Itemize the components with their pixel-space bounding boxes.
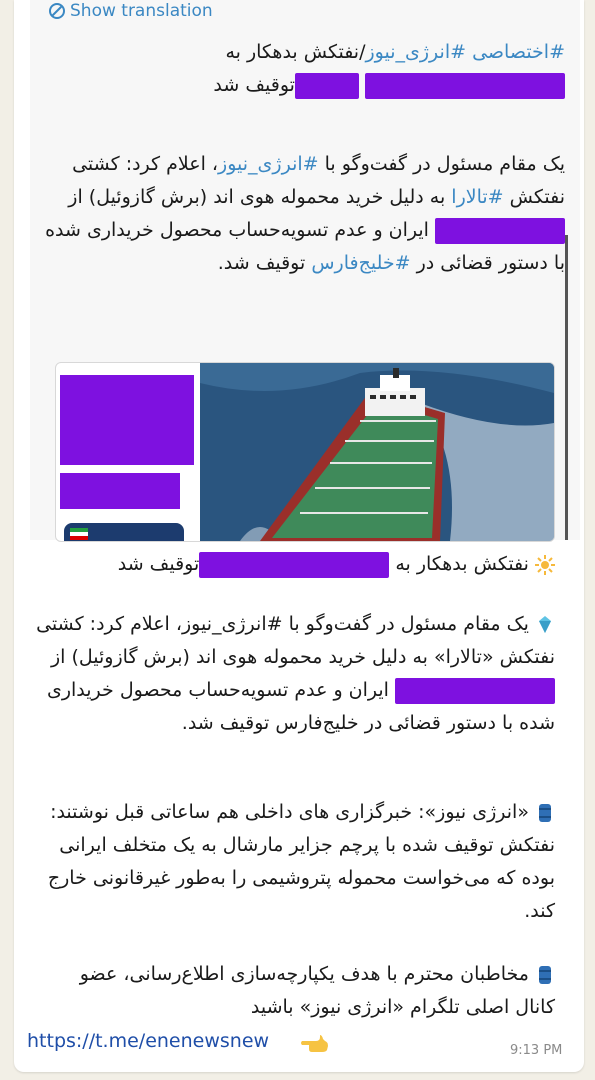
message-timestamp: 9:13 PM <box>510 1043 563 1058</box>
paragraph-text: یک مقام مسئول در گفت‌وگو با #انرژی_نیوز،… <box>36 613 555 668</box>
message-paragraph: مخاطبان محترم با هدف یکپارچه‌سازی اطلاع‌… <box>35 958 555 1024</box>
quoted-body-text: توقیف شد. <box>217 252 306 274</box>
diamond-icon <box>539 615 551 633</box>
quoted-title-end: توقیف شد <box>213 74 295 96</box>
hashtag-energy-news[interactable]: #انرژی_نیوز <box>218 153 319 175</box>
message-headline: نفتکش بدهکار به توقیف شد <box>35 548 555 581</box>
hashtag-talara[interactable]: #تالارا <box>451 186 503 208</box>
show-translation-button[interactable]: Show translation <box>48 0 213 22</box>
redaction-box <box>365 72 565 99</box>
link-preview-card[interactable] <box>55 362 555 542</box>
redaction-box <box>199 551 390 578</box>
redaction-box <box>395 677 555 704</box>
hashtag-exclusive[interactable]: #اختصاصی <box>472 41 565 63</box>
headline-text: توقیف شد <box>117 553 200 575</box>
quoted-body: یک مقام مسئول در گفت‌وگو با #انرژی_نیوز،… <box>45 148 565 280</box>
paragraph-text: مخاطبان محترم با هدف یکپارچه‌سازی اطلاع‌… <box>79 963 555 1018</box>
headline-text: نفتکش بدهکار به <box>395 553 529 575</box>
flag-icon <box>64 523 184 541</box>
sun-icon <box>535 554 555 575</box>
hashtag-persian-gulf[interactable]: #خلیج‌فارس <box>311 252 410 274</box>
redaction-box <box>60 473 180 509</box>
tanker-image <box>200 363 554 541</box>
pointing-hand-icon <box>301 1035 328 1052</box>
telegram-channel-link[interactable]: https://t.me/enenewsnew <box>27 1027 269 1055</box>
barrel-icon <box>539 965 551 984</box>
show-translation-label: Show translation <box>70 1 213 21</box>
quoted-title-text: /نفتکش بدهکار به <box>225 41 366 63</box>
translate-icon <box>49 3 65 19</box>
redaction-box <box>294 72 359 99</box>
quoted-body-text: به دلیل خرید محموله هوی اند (برش گازوئیل… <box>68 186 446 208</box>
quoted-body-text: یک مقام مسئول در گفت‌وگو با <box>324 153 565 175</box>
quoted-title: #اختصاصی #انرژی_نیوز/نفتکش بدهکار به توق… <box>45 36 565 102</box>
redaction-box <box>60 375 194 465</box>
redaction-box <box>435 217 565 244</box>
quote-scrollbar[interactable] <box>565 235 568 540</box>
paragraph-text: «انرژی نیوز»: خبرگزاری های داخلی هم ساعا… <box>47 801 555 922</box>
hashtag-energy-news[interactable]: #انرژی_نیوز <box>366 41 467 63</box>
message-paragraph: یک مقام مسئول در گفت‌وگو با #انرژی_نیوز،… <box>35 608 555 740</box>
barrel-icon <box>539 803 551 822</box>
message-paragraph: «انرژی نیوز»: خبرگزاری های داخلی هم ساعا… <box>35 796 555 928</box>
